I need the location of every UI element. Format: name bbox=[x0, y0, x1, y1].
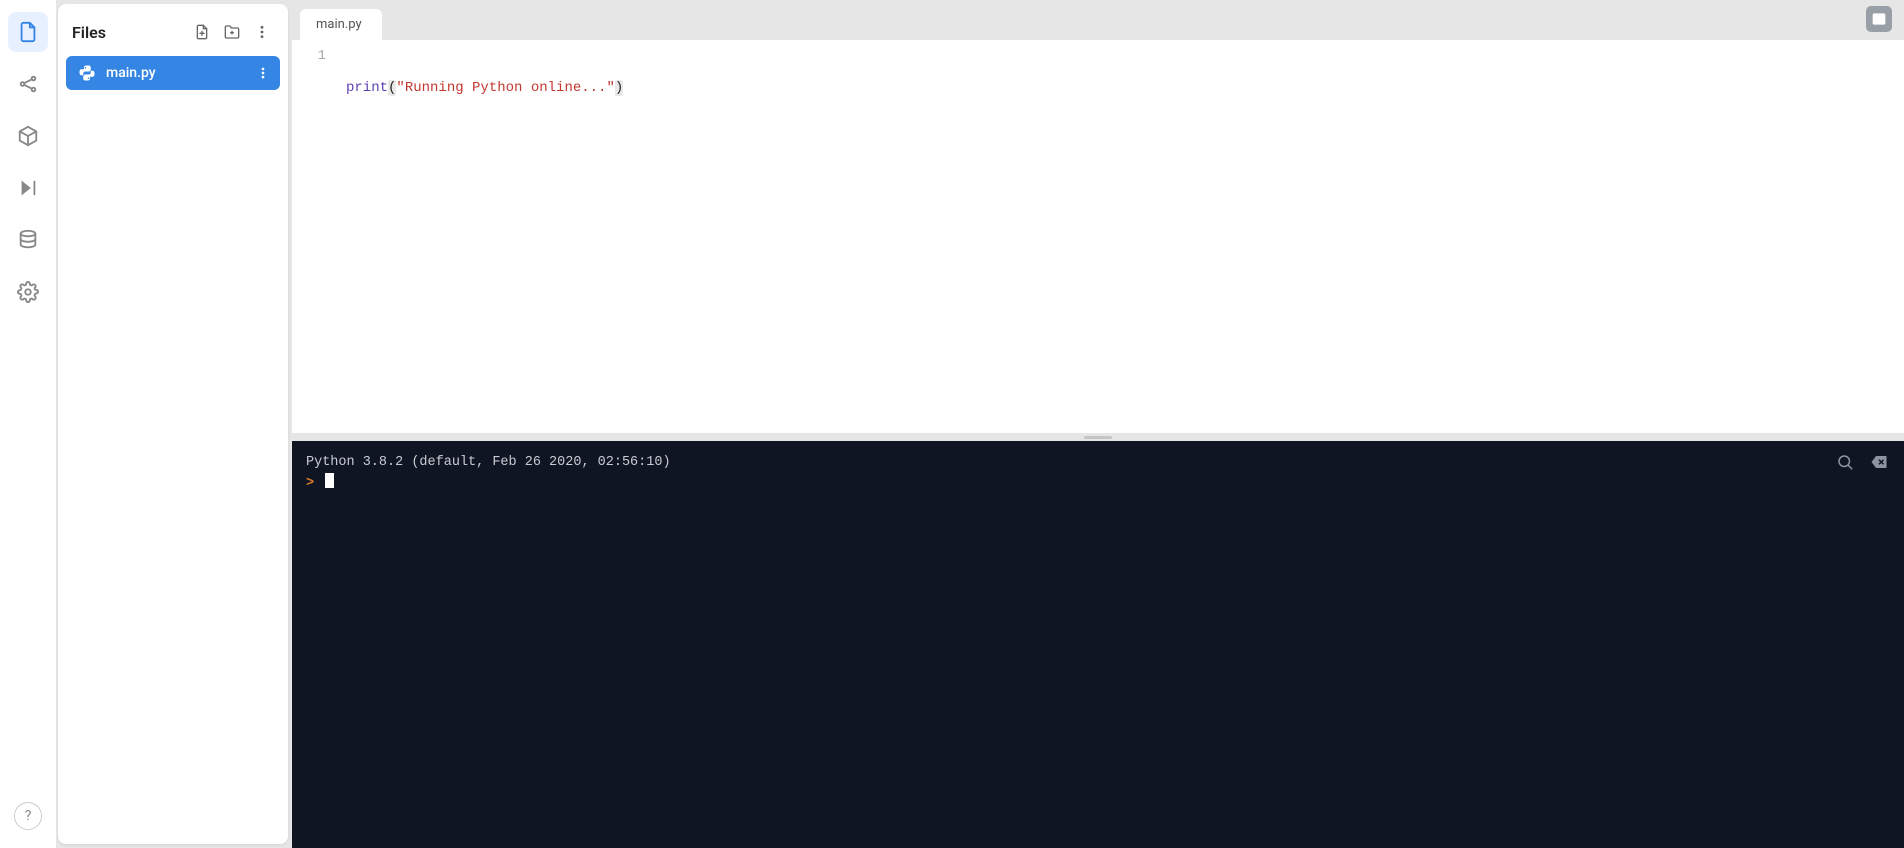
files-more-icon[interactable] bbox=[250, 20, 274, 44]
console-prompt: > bbox=[306, 476, 314, 491]
share-icon[interactable] bbox=[8, 64, 48, 104]
console-cursor bbox=[325, 473, 334, 488]
settings-icon[interactable] bbox=[8, 272, 48, 312]
tabs-row: main.py bbox=[292, 0, 1904, 40]
file-item-main-py[interactable]: main.py bbox=[66, 56, 280, 90]
new-folder-icon[interactable] bbox=[220, 20, 244, 44]
editor-gutter: 1 bbox=[292, 40, 336, 433]
code-editor[interactable]: 1 print("Running Python online...") bbox=[292, 40, 1904, 433]
files-title: Files bbox=[72, 23, 184, 42]
console-banner: Python 3.8.2 (default, Feb 26 2020, 02:5… bbox=[306, 453, 1890, 473]
console-tools bbox=[1834, 451, 1890, 473]
tab-main-py[interactable]: main.py bbox=[300, 9, 382, 40]
help-button[interactable]: ? bbox=[14, 802, 42, 830]
main-area: main.py 1 print("Running Python online..… bbox=[292, 0, 1904, 848]
new-file-icon[interactable] bbox=[190, 20, 214, 44]
editor-content[interactable]: print("Running Python online...") bbox=[336, 40, 1904, 433]
console-clear-icon[interactable] bbox=[1868, 451, 1890, 473]
console-prompt-line[interactable]: > bbox=[306, 473, 1890, 494]
python-file-icon bbox=[78, 64, 96, 82]
line-number: 1 bbox=[292, 46, 326, 66]
icon-rail: ? bbox=[0, 0, 56, 848]
database-icon[interactable] bbox=[8, 220, 48, 260]
file-item-label: main.py bbox=[106, 65, 244, 81]
console-search-icon[interactable] bbox=[1834, 451, 1856, 473]
pane-divider[interactable] bbox=[292, 433, 1904, 441]
console-panel[interactable]: Python 3.8.2 (default, Feb 26 2020, 02:5… bbox=[292, 441, 1904, 848]
packages-icon[interactable] bbox=[8, 116, 48, 156]
files-panel: Files main.py bbox=[58, 4, 288, 844]
run-icon[interactable] bbox=[8, 168, 48, 208]
files-icon[interactable] bbox=[8, 12, 48, 52]
files-header: Files bbox=[66, 12, 280, 56]
markdown-toggle-icon[interactable] bbox=[1866, 6, 1892, 32]
code-line: print("Running Python online...") bbox=[346, 78, 1904, 98]
file-item-more-icon[interactable] bbox=[254, 64, 272, 82]
